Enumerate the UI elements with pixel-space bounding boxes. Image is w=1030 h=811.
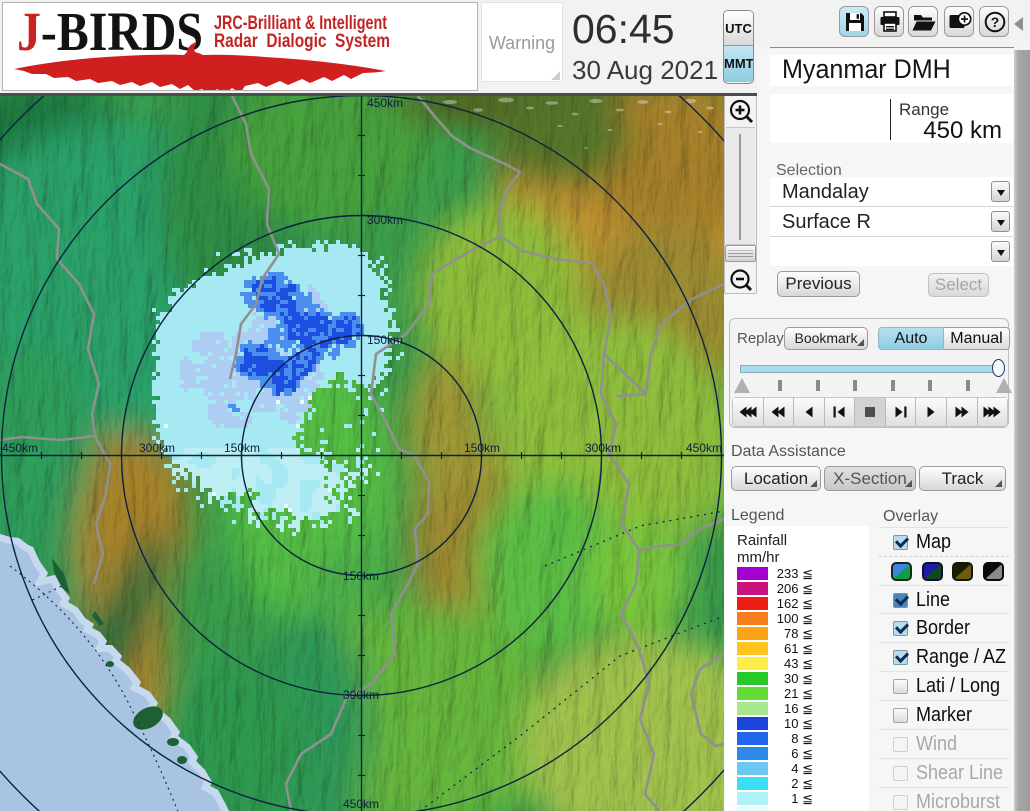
svg-text:300km: 300km [139,441,175,455]
svg-text:J-BIRDS: J-BIRDS [17,3,203,62]
svg-text:150km: 150km [464,441,500,455]
svg-text:150km: 150km [367,333,403,347]
svg-text:Radar Dialogic System: Radar Dialogic System [214,31,390,52]
svg-text:450km: 450km [686,441,722,455]
svg-text:300km: 300km [585,441,621,455]
svg-text:450km: 450km [2,441,38,455]
svg-text:300km: 300km [367,213,403,227]
svg-text:450km: 450km [343,797,379,811]
svg-text:450km: 450km [367,96,403,110]
svg-text:JRC-Brilliant & Intelligent: JRC-Brilliant & Intelligent [214,13,387,34]
svg-text:300km: 300km [343,688,379,702]
svg-text:?: ? [991,14,1000,30]
svg-text:150km: 150km [343,569,379,583]
svg-text:150km: 150km [224,441,260,455]
